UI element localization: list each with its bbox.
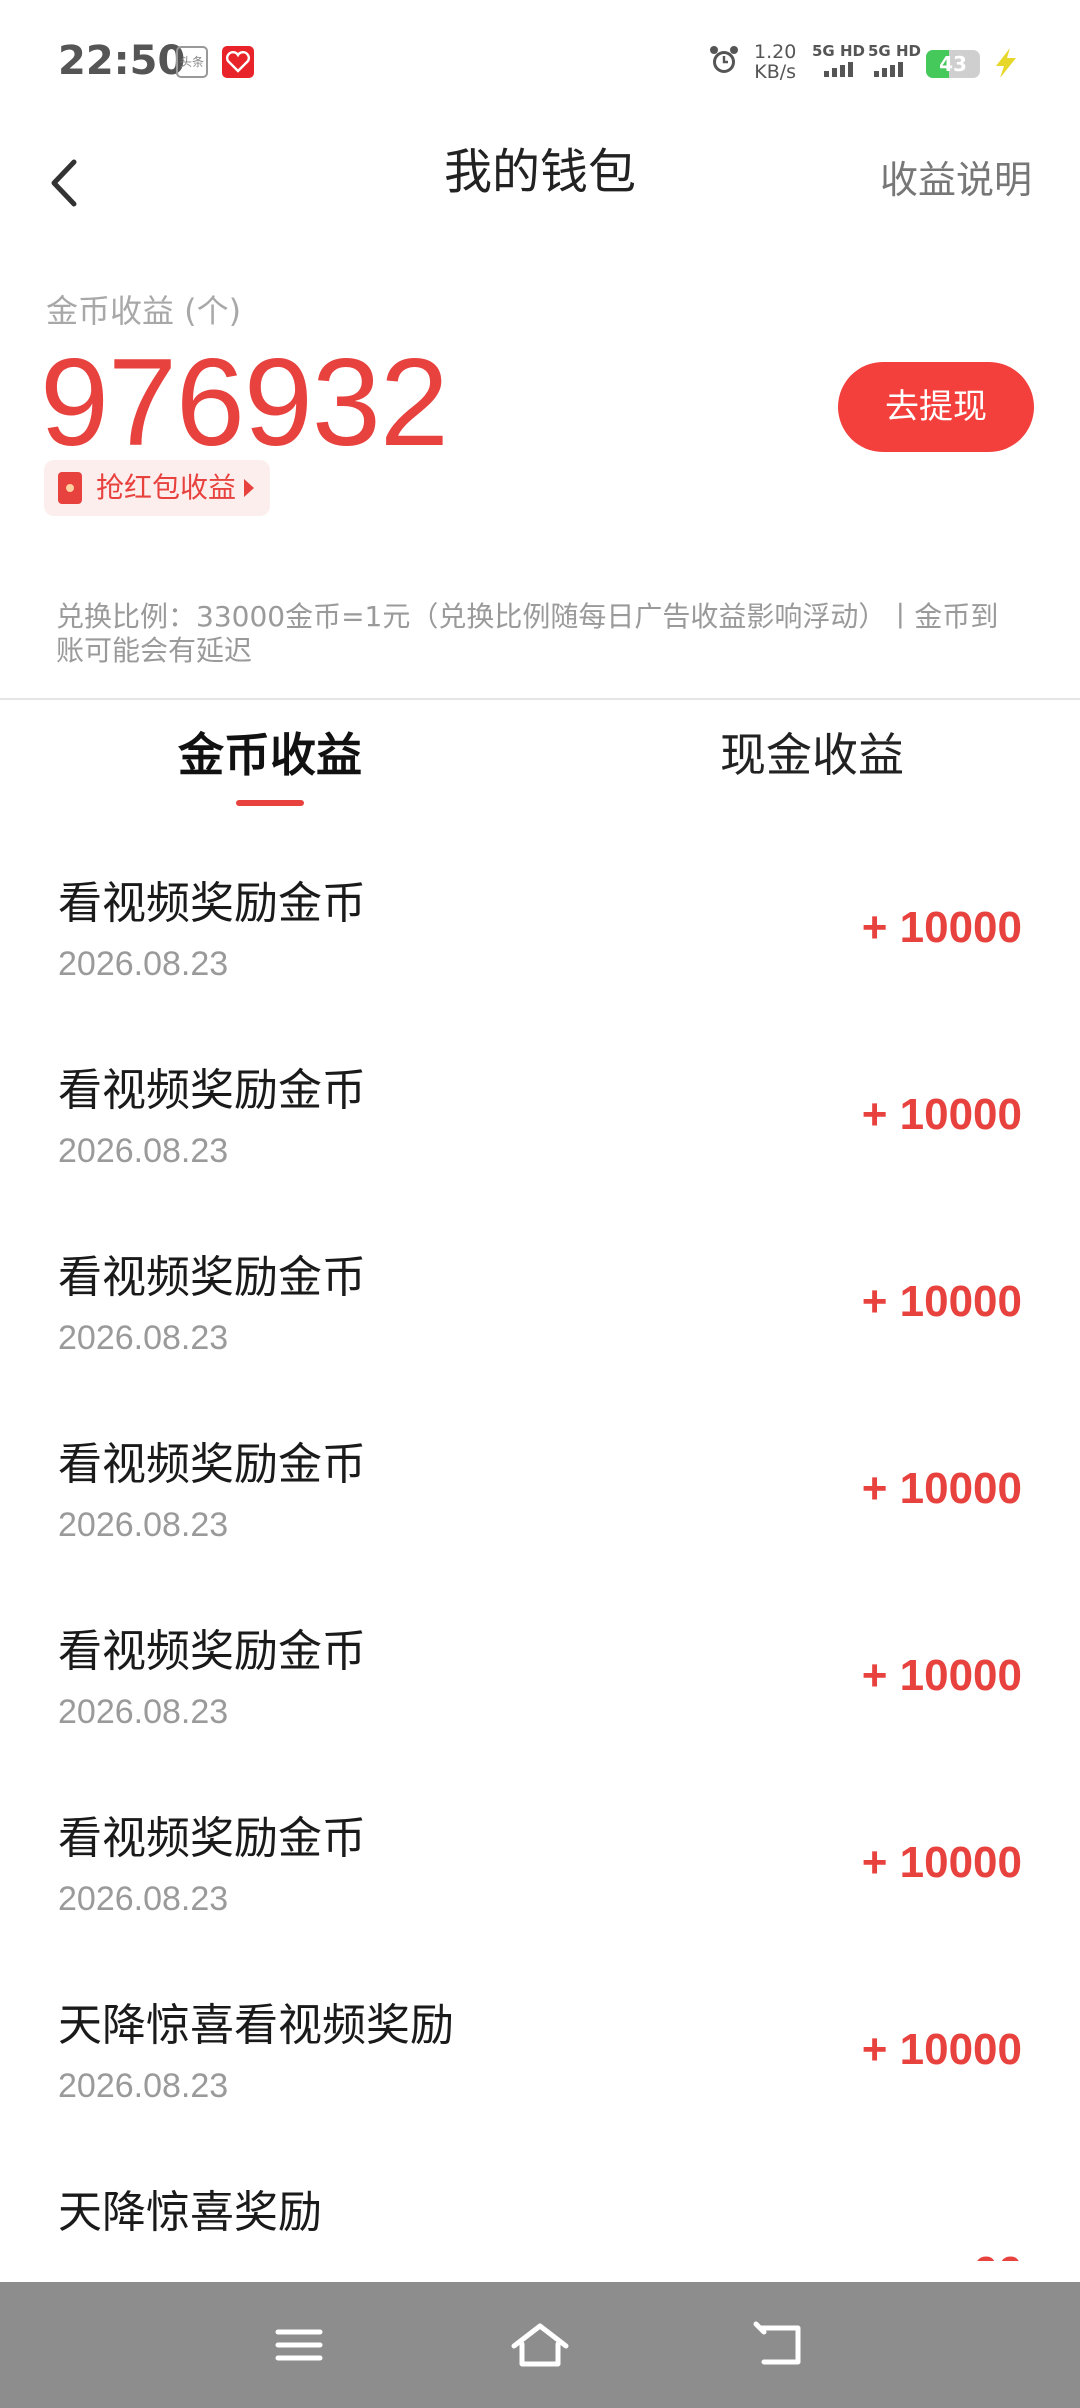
active-tab-indicator xyxy=(236,800,304,806)
exchange-notice: 兑换比例：33000金币=1元（兑换比例随每日广告收益影响浮动）丨金币到账可能会… xyxy=(56,600,999,667)
list-item[interactable]: 看视频奖励金币 2026.08.23 + 10000 xyxy=(0,1596,1080,1783)
record-title: 看视频奖励金币 xyxy=(58,1813,366,1864)
network-speed: 1.20 KB/s xyxy=(754,42,796,82)
alarm-icon xyxy=(710,46,738,73)
red-envelope-icon xyxy=(58,472,82,504)
battery-level: 43 xyxy=(939,52,967,76)
list-item[interactable]: 看视频奖励金币 2026.08.23 + 10000 xyxy=(0,1222,1080,1409)
record-amount: + 10000 xyxy=(861,1464,1022,1513)
record-title: 看视频奖励金币 xyxy=(58,1252,366,1303)
balance-label: 金币收益 (个) xyxy=(46,292,242,330)
record-date: 2026.08.23 xyxy=(58,1506,229,1544)
app-notification-icon xyxy=(222,46,254,78)
withdraw-button[interactable]: 去提现 xyxy=(838,362,1034,452)
tab-cash-earnings[interactable]: 现金收益 xyxy=(720,720,904,790)
record-title: 看视频奖励金币 xyxy=(58,1065,366,1116)
return-icon[interactable] xyxy=(752,2320,808,2370)
redpack-earnings-label: 抢红包收益 xyxy=(96,471,237,504)
sim1-label: 5G HD xyxy=(812,42,865,60)
record-date: 2026.08.23 xyxy=(58,2067,229,2105)
charging-icon xyxy=(996,48,1016,78)
battery-icon: 43 xyxy=(926,50,980,78)
redpack-earnings-link[interactable]: 抢红包收益 xyxy=(44,460,270,516)
sim2-signal-icon xyxy=(874,62,903,77)
system-nav-bar xyxy=(0,2282,1080,2408)
record-date: 2026.08.23 xyxy=(58,1880,229,1918)
record-amount: + 10000 xyxy=(861,1090,1022,1139)
status-time: 22:50 xyxy=(58,38,186,84)
record-date: 2026.08.23 xyxy=(58,1132,229,1170)
record-amount: + 10000 xyxy=(861,1838,1022,1887)
toutiao-notification-icon: 头条 xyxy=(176,46,208,78)
list-item[interactable]: 看视频奖励金币 2026.08.23 + 10000 xyxy=(0,848,1080,1035)
tab-coin-earnings[interactable]: 金币收益 xyxy=(178,720,362,790)
status-bar: 22:50 头条 1.20 KB/s 5G HD 5G HD 43 xyxy=(0,0,1080,120)
record-title: 天降惊喜奖励 xyxy=(58,2187,322,2238)
sim1-signal-icon xyxy=(824,62,853,77)
record-amount: + 10000 xyxy=(861,2025,1022,2074)
record-amount: + 10000 xyxy=(861,1651,1022,1700)
menu-icon[interactable] xyxy=(274,2320,324,2370)
sim2-label: 5G HD xyxy=(868,42,921,60)
record-amount: + 10000 xyxy=(861,903,1022,952)
list-item[interactable]: 天降惊喜看视频奖励 2026.08.23 + 10000 xyxy=(0,1970,1080,2157)
arrow-right-icon xyxy=(244,479,254,497)
earnings-list: 看视频奖励金币 2026.08.23 + 10000 看视频奖励金币 2026.… xyxy=(0,848,1080,2344)
top-nav: 我的钱包 收益说明 xyxy=(0,120,1080,280)
record-title: 看视频奖励金币 xyxy=(58,1626,366,1677)
record-date: 2026.08.23 xyxy=(58,945,229,983)
earnings-info-link[interactable]: 收益说明 xyxy=(880,140,1032,220)
record-title: 看视频奖励金币 xyxy=(58,1439,366,1490)
home-icon[interactable] xyxy=(508,2320,572,2370)
record-date: 2026.08.23 xyxy=(58,1693,229,1731)
record-title: 天降惊喜看视频奖励 xyxy=(58,2000,454,2051)
list-item[interactable]: 看视频奖励金币 2026.08.23 + 10000 xyxy=(0,1783,1080,1970)
list-item[interactable]: 看视频奖励金币 2026.08.23 + 10000 xyxy=(0,1409,1080,1596)
network-speed-unit: KB/s xyxy=(754,61,797,83)
network-speed-value: 1.20 xyxy=(754,41,797,63)
record-title: 看视频奖励金币 xyxy=(58,878,366,929)
coin-balance: 976932 xyxy=(40,334,449,472)
record-amount: + 10000 xyxy=(861,1277,1022,1326)
record-date: 2026.08.23 xyxy=(58,1319,229,1357)
list-item[interactable]: 看视频奖励金币 2026.08.23 + 10000 xyxy=(0,1035,1080,1222)
divider xyxy=(0,698,1080,700)
